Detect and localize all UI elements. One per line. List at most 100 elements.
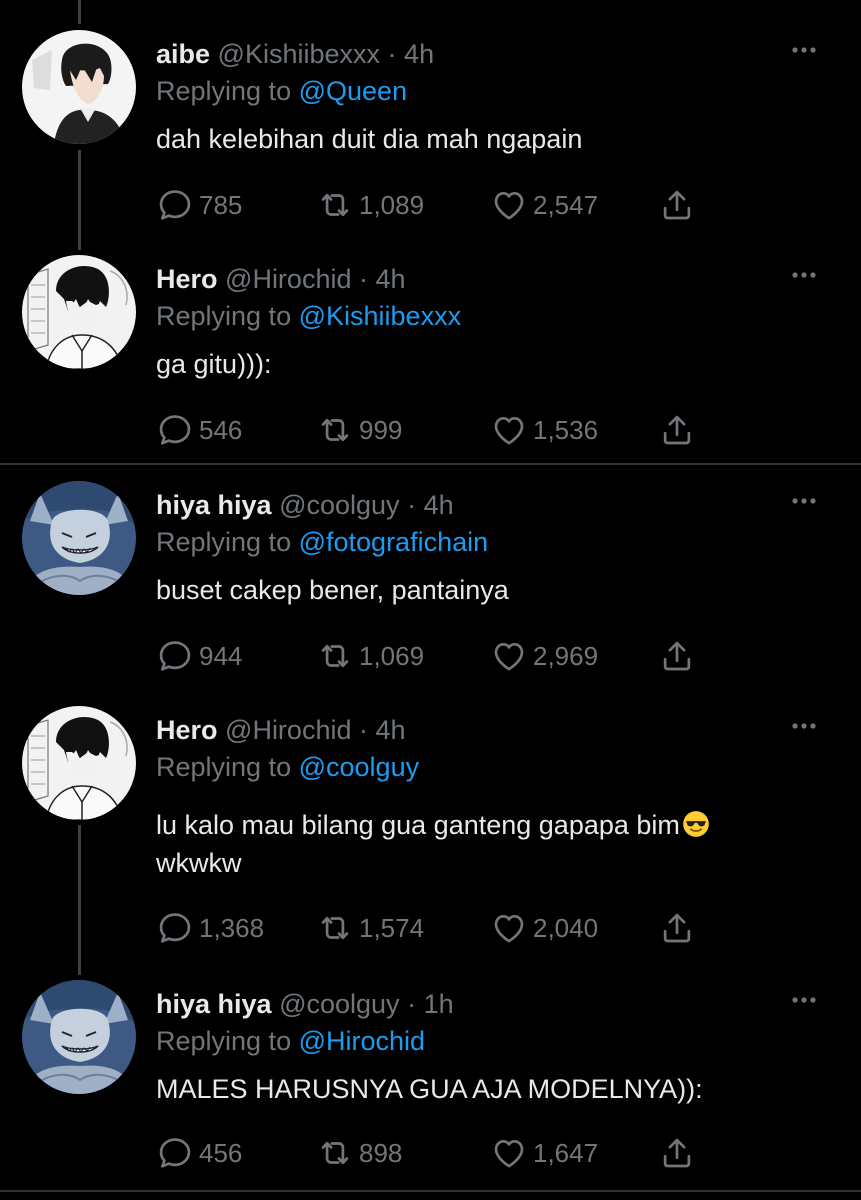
- avatar[interactable]: [22, 30, 136, 144]
- display-name[interactable]: hiya hiya: [156, 490, 272, 520]
- more-icon[interactable]: [786, 38, 822, 62]
- display-name[interactable]: Hero: [156, 715, 218, 745]
- tweet-header: Hero @Hirochid · 4h: [156, 263, 406, 295]
- reply-button[interactable]: 785: [156, 185, 242, 225]
- tweet-header: hiya hiya @coolguy · 1h: [156, 988, 454, 1020]
- reply-button[interactable]: 944: [156, 636, 242, 676]
- retweet-count: 898: [359, 1137, 403, 1168]
- retweet-count: 1,574: [359, 912, 425, 943]
- tweet-actions: 1,368 1,574 2,040: [156, 908, 716, 948]
- mention-link[interactable]: @coolguy: [299, 752, 419, 782]
- like-count: 2,040: [533, 912, 599, 943]
- share-button[interactable]: [658, 185, 696, 225]
- replying-to: Replying to @Hirochid: [156, 1025, 425, 1057]
- replying-to-label: Replying to: [156, 1026, 292, 1056]
- reply-icon: [156, 186, 194, 224]
- mention-link[interactable]: @Hirochid: [299, 1026, 425, 1056]
- sunglasses-emoji: [682, 810, 710, 838]
- display-name[interactable]: hiya hiya: [156, 989, 272, 1019]
- reply-icon: [156, 909, 194, 947]
- retweet-button[interactable]: 898: [316, 1133, 402, 1173]
- retweet-button[interactable]: 1,574: [316, 908, 424, 948]
- like-button[interactable]: 2,969: [490, 636, 598, 676]
- username[interactable]: @Hirochid: [225, 715, 351, 745]
- mention-link[interactable]: @fotografichain: [299, 527, 489, 557]
- tweet-text: dah kelebihan duit dia mah ngapain: [156, 124, 583, 154]
- mention-link[interactable]: @Queen: [299, 76, 407, 106]
- share-button[interactable]: [658, 1133, 696, 1173]
- reply-count: 1,368: [199, 912, 265, 943]
- separator-dot: ·: [359, 264, 368, 294]
- heart-icon: [490, 1134, 528, 1172]
- tweet-text-line: lu kalo mau bilang gua ganteng gapapa bi…: [156, 810, 680, 840]
- retweet-button[interactable]: 999: [316, 410, 402, 450]
- replying-to: Replying to @Kishiibexxx: [156, 300, 461, 332]
- username[interactable]: @Hirochid: [225, 264, 351, 294]
- replying-to: Replying to @Queen: [156, 75, 407, 107]
- reply-icon: [156, 411, 194, 449]
- replying-to: Replying to @coolguy: [156, 751, 419, 783]
- tweet-text-line: wkwkw: [156, 848, 242, 878]
- like-button[interactable]: 2,040: [490, 908, 598, 948]
- tweet-header: Hero @Hirochid · 4h: [156, 714, 406, 746]
- retweet-button[interactable]: 1,069: [316, 636, 424, 676]
- avatar[interactable]: [22, 481, 136, 595]
- thread-separator: [0, 1190, 861, 1192]
- heart-icon: [490, 411, 528, 449]
- share-button[interactable]: [658, 908, 696, 948]
- mention-link[interactable]: @Kishiibexxx: [299, 301, 461, 331]
- retweet-count: 1,069: [359, 640, 425, 671]
- tweet[interactable]: Hero @Hirochid · 4h Replying to @coolguy…: [0, 676, 861, 951]
- display-name[interactable]: aibe: [156, 39, 210, 69]
- tweet-text: buset cakep bener, pantainya: [156, 575, 509, 605]
- like-button[interactable]: 1,647: [490, 1133, 598, 1173]
- more-icon[interactable]: [786, 263, 822, 287]
- retweet-count: 1,089: [359, 189, 425, 220]
- replying-to-label: Replying to: [156, 527, 292, 557]
- like-button[interactable]: 2,547: [490, 185, 598, 225]
- tweet-text: ga gitu))):: [156, 349, 272, 379]
- display-name[interactable]: Hero: [156, 264, 218, 294]
- share-button[interactable]: [658, 636, 696, 676]
- tweet[interactable]: hiya hiya @coolguy · 1h Replying to @Hir…: [0, 950, 861, 1175]
- retweet-icon: [316, 909, 354, 947]
- tweet-actions: 944 1,069 2,969: [156, 636, 716, 676]
- reply-icon: [156, 637, 194, 675]
- timestamp[interactable]: 4h: [424, 490, 454, 520]
- like-button[interactable]: 1,536: [490, 410, 598, 450]
- tweet[interactable]: aibe @Kishiibexxx · 4h Replying to @Quee…: [0, 0, 861, 225]
- tweet-actions: 546 999 1,536: [156, 410, 716, 450]
- tweet-header: hiya hiya @coolguy · 4h: [156, 489, 454, 521]
- timestamp[interactable]: 1h: [424, 989, 454, 1019]
- tweet-actions: 785 1,089 2,547: [156, 185, 716, 225]
- reply-button[interactable]: 456: [156, 1133, 242, 1173]
- share-button[interactable]: [658, 410, 696, 450]
- separator-dot: ·: [387, 39, 397, 69]
- like-count: 2,969: [533, 640, 599, 671]
- reply-button[interactable]: 546: [156, 410, 242, 450]
- more-icon[interactable]: [786, 988, 822, 1012]
- retweet-icon: [316, 1134, 354, 1172]
- username[interactable]: @Kishiibexxx: [218, 39, 380, 69]
- retweet-icon: [316, 637, 354, 675]
- timestamp[interactable]: 4h: [404, 39, 434, 69]
- timestamp[interactable]: 4h: [376, 264, 406, 294]
- more-icon[interactable]: [786, 489, 822, 513]
- tweet-header: aibe @Kishiibexxx · 4h: [156, 38, 434, 70]
- avatar[interactable]: [22, 255, 136, 369]
- avatar[interactable]: [22, 980, 136, 1094]
- reply-count: 546: [199, 414, 243, 445]
- username[interactable]: @coolguy: [279, 490, 399, 520]
- tweet-text: MALES HARUSNYA GUA AJA MODELNYA)):: [156, 1074, 703, 1104]
- tweet[interactable]: hiya hiya @coolguy · 4h Replying to @fot…: [0, 451, 861, 676]
- retweet-button[interactable]: 1,089: [316, 185, 424, 225]
- more-icon[interactable]: [786, 714, 822, 738]
- retweet-icon: [316, 186, 354, 224]
- timestamp[interactable]: 4h: [376, 715, 406, 745]
- avatar[interactable]: [22, 706, 136, 820]
- tweet[interactable]: Hero @Hirochid · 4h Replying to @Kishiib…: [0, 225, 861, 450]
- username[interactable]: @coolguy: [279, 989, 399, 1019]
- share-icon: [658, 1134, 696, 1172]
- reply-button[interactable]: 1,368: [156, 908, 264, 948]
- tweet-text: lu kalo mau bilang gua ganteng gapapa bi…: [156, 806, 796, 882]
